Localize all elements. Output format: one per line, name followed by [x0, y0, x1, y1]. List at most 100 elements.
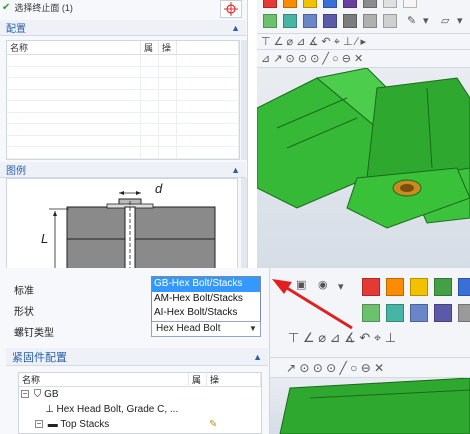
config-section-title: 配置 — [6, 24, 26, 35]
color-swatch[interactable] — [362, 278, 380, 296]
sketch-toolbar-bottom: ↗ ⊙ ⊙ ⊙ ╱ ○ ⊖ ✕ — [270, 358, 470, 378]
diagram-scrollbar[interactable] — [241, 178, 247, 268]
table-row[interactable] — [7, 55, 239, 67]
column-header-name[interactable]: 名称 — [19, 373, 189, 387]
color-swatch[interactable] — [303, 0, 317, 8]
table-row[interactable] — [7, 101, 239, 113]
edit-icon[interactable]: ✎ — [209, 417, 217, 432]
diagram-label-L: L — [41, 231, 49, 246]
color-swatch[interactable] — [363, 14, 377, 28]
chevron-down-icon[interactable]: ▼ — [246, 322, 260, 336]
color-swatch[interactable] — [386, 304, 404, 322]
params-table-header: 名称 属 操 — [7, 41, 239, 55]
color-toolbar-bottom: ▣ ◉ ▾ ⊤ ∠ ⌀ ⊿ ∡ ↶ ⌖ ⊥ — [270, 268, 470, 358]
tree-header: 名称 属 操 — [19, 373, 261, 387]
table-row[interactable] — [7, 89, 239, 101]
color-swatch[interactable] — [263, 0, 277, 8]
selection-text: 选择终止面 (1) — [14, 2, 73, 13]
column-header-attr[interactable]: 属 — [141, 41, 159, 55]
color-swatch[interactable] — [410, 278, 428, 296]
color-swatch[interactable] — [323, 0, 337, 8]
sketch-toolbar-row2: ⊿ ↗ ⊙ ⊙ ⊙ ╱ ○ ⊖ ✕ — [257, 50, 470, 68]
fastener-tree: 名称 属 操 − ⛉ GB ⊥ Hex Head Bolt, Grade C, … — [18, 372, 262, 434]
bolt-diagram: d L — [6, 178, 238, 268]
sketch-tool-icons[interactable]: ⊿ ↗ ⊙ ⊙ ⊙ ╱ ○ ⊖ ✕ — [261, 52, 363, 65]
table-row[interactable] — [7, 112, 239, 124]
sketch-tool-icons[interactable]: ↗ ⊙ ⊙ ⊙ ╱ ○ ⊖ ✕ — [286, 361, 384, 375]
column-header-attr[interactable]: 属 — [189, 373, 207, 387]
color-swatch[interactable] — [383, 0, 397, 8]
chevron-down-icon[interactable]: ▾ — [423, 14, 429, 27]
dropdown-option[interactable]: AM-Hex Bolt/Stacks — [152, 292, 260, 307]
color-swatch[interactable] — [434, 304, 452, 322]
color-swatch[interactable] — [323, 14, 337, 28]
column-header-name[interactable]: 名称 — [7, 41, 141, 55]
color-swatch[interactable] — [343, 0, 357, 8]
table-row[interactable] — [7, 66, 239, 78]
cad-view-bottom: ▣ ◉ ▾ ⊤ ∠ ⌀ ⊿ ∡ ↶ ⌖ ⊥ ↗ ⊙ ⊙ ⊙ ╱ ○ ⊖ ✕ — [270, 268, 470, 434]
shape-tool-icon[interactable]: ▱ — [441, 14, 449, 27]
chevron-down-icon[interactable]: ▾ — [457, 14, 463, 27]
column-header-op[interactable]: 操 — [207, 373, 261, 387]
caret-up-icon[interactable]: ▲ — [231, 23, 240, 33]
caret-up-icon[interactable]: ▲ — [231, 165, 240, 175]
bolt-dialog-top: ✔ 选择终止面 (1) 配置 ▲ 名称 属 操 图例 ▲ d L — [0, 0, 248, 268]
tree-node[interactable]: ⊥ Hex Head Bolt, Grade C, ... — [19, 402, 261, 417]
params-scrollbar[interactable] — [241, 40, 247, 160]
color-swatch[interactable] — [383, 14, 397, 28]
color-swatch[interactable] — [362, 304, 380, 322]
green-model-partial[interactable] — [270, 378, 470, 434]
thread-type-select[interactable]: Hex Head Bolt ▼ — [151, 321, 261, 337]
diagram-section-title: 图例 — [6, 166, 26, 177]
table-row[interactable] — [7, 147, 239, 159]
color-swatch[interactable] — [410, 304, 428, 322]
color-swatch[interactable] — [458, 278, 470, 296]
tree-node[interactable]: − ▬ Top Stacks ✎ — [19, 417, 261, 432]
color-swatch[interactable] — [303, 14, 317, 28]
fastener-section-header[interactable]: 紧固件配置 ▲ — [6, 348, 268, 366]
color-swatch[interactable] — [386, 278, 404, 296]
column-header-op[interactable]: 操 — [159, 41, 177, 55]
sketch-toolbar-row1: ⊤ ∠ ⌀ ⊿ ∡ ↶ ⌖ ⊥ ∕ ▸ — [257, 34, 470, 50]
table-row[interactable] — [7, 135, 239, 147]
tree-node-label: Hex Head Bolt, Grade C, ... — [56, 404, 179, 415]
collapse-icon[interactable]: − — [21, 390, 29, 399]
params-table: 名称 属 操 — [6, 40, 240, 160]
sketch-tool-icons[interactable]: ⊤ ∠ ⌀ ⊿ ∡ ↶ ⌖ ⊥ — [288, 330, 396, 346]
color-swatch[interactable] — [403, 0, 417, 8]
collapse-icon[interactable]: − — [35, 420, 43, 429]
selection-status[interactable]: ✔ 选择终止面 (1) — [2, 0, 73, 14]
thread-type-label: 螺钉类型 — [14, 328, 54, 339]
config-section-header[interactable]: 配置 ▲ — [0, 20, 246, 36]
color-swatch[interactable] — [283, 0, 297, 8]
diagram-section-header[interactable]: 图例 ▲ — [0, 162, 246, 178]
crosshair-icon — [224, 2, 238, 16]
color-swatch[interactable] — [458, 304, 470, 322]
color-swatch[interactable] — [263, 14, 277, 28]
standard-dropdown-list[interactable]: GB-Hex Bolt/Stacks AM-Hex Bolt/Stacks AI… — [151, 276, 261, 322]
color-swatch[interactable] — [363, 0, 377, 8]
bolt-icon: ⊥ — [45, 404, 54, 415]
standard-label: 标准 — [14, 286, 34, 297]
color-swatch[interactable] — [283, 14, 297, 28]
green-bearing-model[interactable] — [257, 68, 470, 268]
select-face-button[interactable] — [220, 0, 242, 18]
chevron-down-icon[interactable]: ▾ — [338, 280, 344, 293]
sketch-tool-icons[interactable]: ⊤ ∠ ⌀ ⊿ ∡ ↶ ⌖ ⊥ ∕ ▸ — [261, 35, 366, 49]
render-tool-icon[interactable]: ◉ — [318, 278, 328, 291]
color-swatch[interactable] — [434, 278, 452, 296]
table-row[interactable] — [7, 124, 239, 136]
dropdown-option[interactable]: GB-Hex Bolt/Stacks — [152, 277, 260, 292]
dropdown-option[interactable]: AI-Hex Bolt/Stacks — [152, 306, 260, 321]
fastener-section-title: 紧固件配置 — [12, 351, 67, 364]
caret-up-icon[interactable]: ▲ — [253, 352, 262, 362]
bolt-diagram-figure — [49, 191, 216, 268]
tree-node-label: GB — [44, 389, 59, 400]
edit-icon[interactable]: ✎ — [407, 14, 416, 27]
tree-node[interactable]: − ⛉ GB — [19, 387, 261, 402]
check-icon: ✔ — [2, 1, 11, 13]
color-swatch[interactable] — [343, 14, 357, 28]
thread-type-value: Hex Head Bolt — [156, 323, 221, 334]
table-row[interactable] — [7, 78, 239, 90]
view-tool-icon[interactable]: ▣ — [296, 278, 306, 291]
